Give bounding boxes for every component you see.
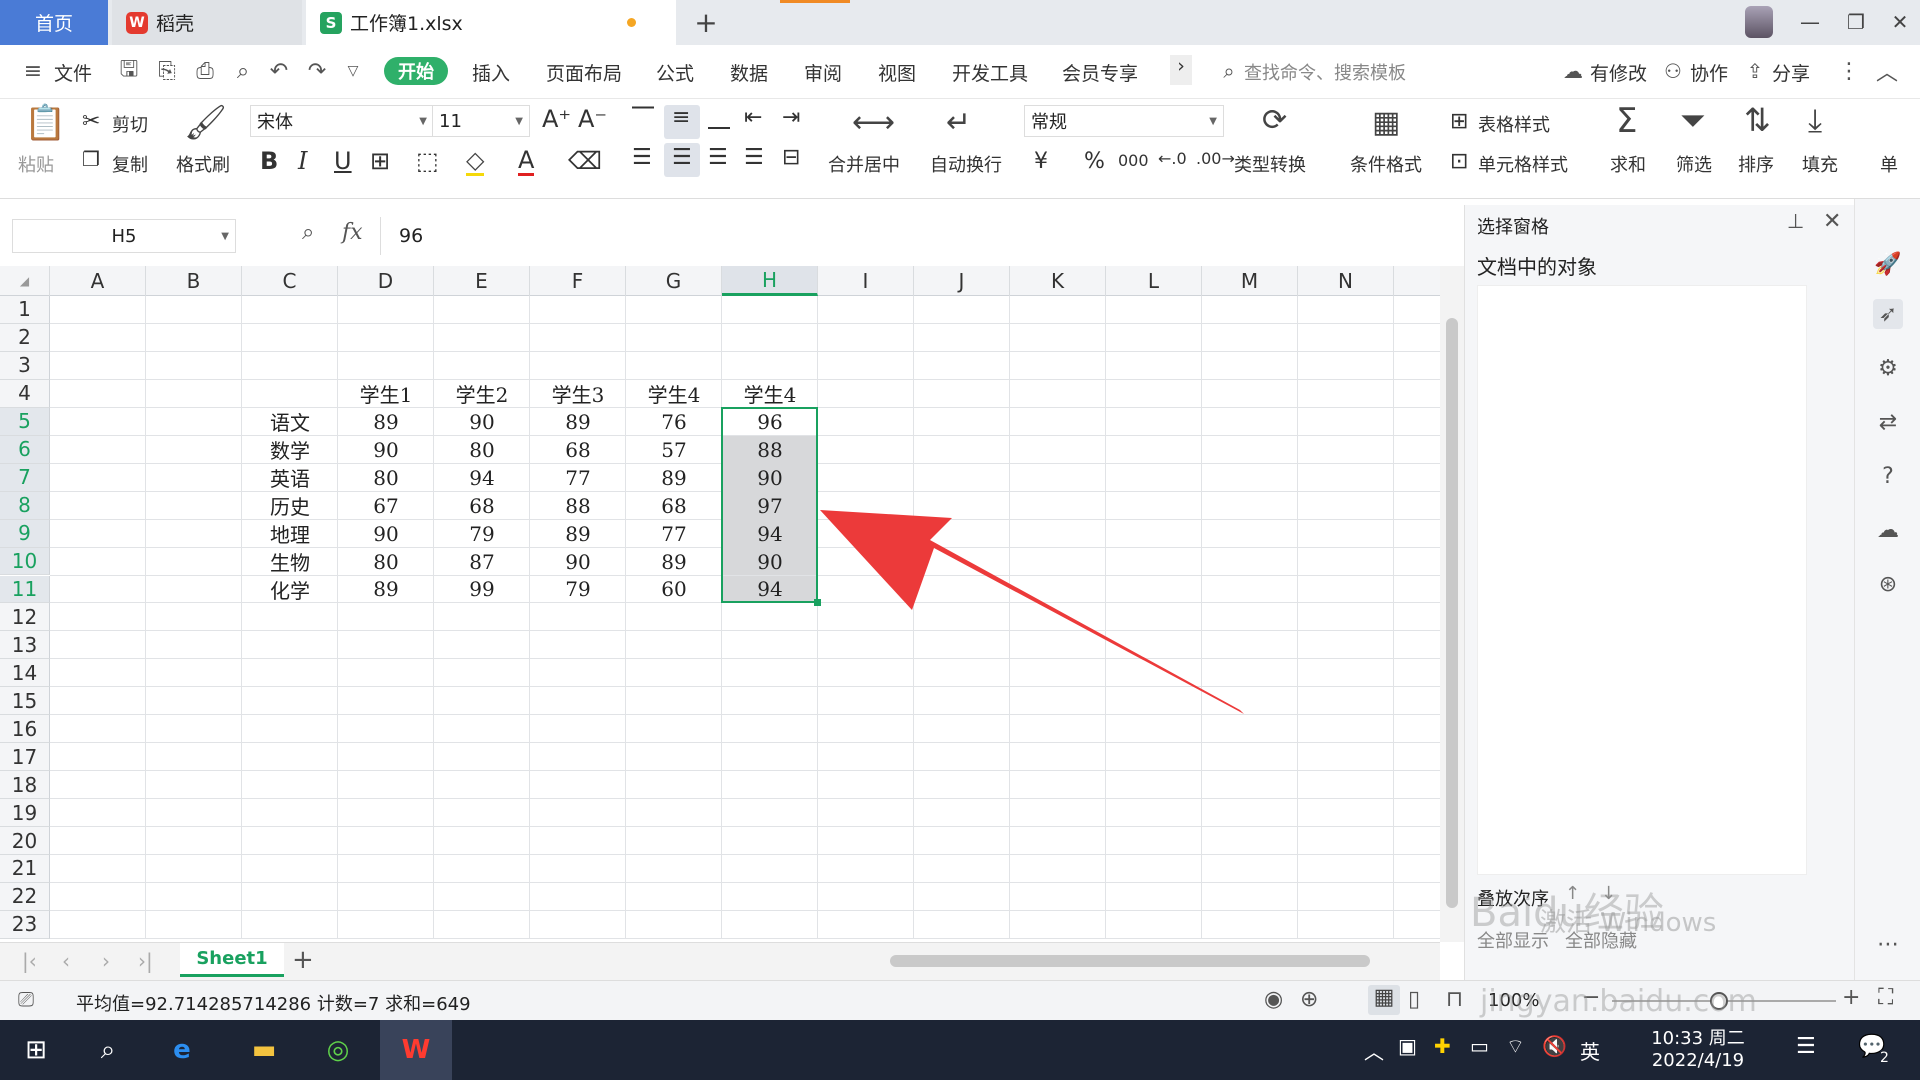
annotation-arrow — [820, 510, 1244, 714]
red-arrow-icon — [820, 510, 1244, 714]
